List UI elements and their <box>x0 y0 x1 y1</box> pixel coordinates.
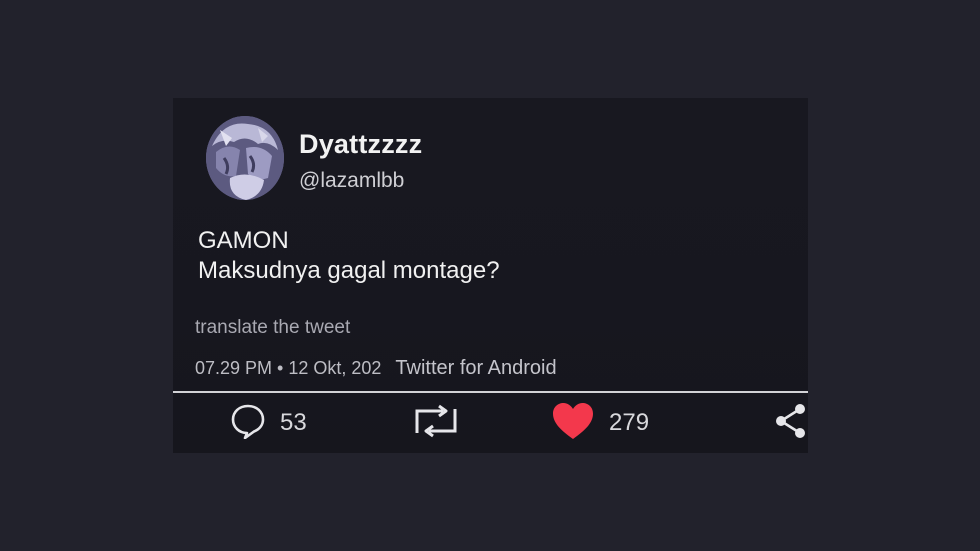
retweet-button[interactable] <box>413 393 459 453</box>
like-button[interactable]: 279 <box>551 393 649 453</box>
avatar[interactable] <box>206 116 284 200</box>
like-count: 279 <box>609 409 650 436</box>
tweet-card: Dyattzzzz @lazamlbb GAMON Maksudnya gaga… <box>173 98 808 453</box>
tweet-text: GAMON Maksudnya gagal montage? <box>198 226 500 286</box>
tweet-text-line: Maksudnya gagal montage? <box>198 257 500 284</box>
avatar-image <box>206 116 284 200</box>
reply-count: 53 <box>280 409 307 436</box>
reply-button[interactable]: 53 <box>230 393 307 453</box>
timestamp: 07.29 PM • 12 Okt, 202 <box>195 358 382 378</box>
retweet-icon <box>413 403 459 444</box>
display-name[interactable]: Dyattzzzz <box>299 129 422 160</box>
tweet-text-line: GAMON <box>198 227 289 254</box>
translate-link[interactable]: translate the tweet <box>195 317 350 339</box>
share-button[interactable] <box>773 393 807 453</box>
tweet-meta: 07.29 PM • 12 Okt, 202 Twitter for Androi… <box>195 357 557 380</box>
share-icon <box>773 402 807 445</box>
action-bar: 53 279 <box>173 393 808 453</box>
speech-bubble-icon <box>230 403 266 444</box>
user-handle[interactable]: @lazamlbb <box>299 169 404 193</box>
heart-icon <box>551 401 595 446</box>
source-label: Twitter for Android <box>395 357 557 379</box>
